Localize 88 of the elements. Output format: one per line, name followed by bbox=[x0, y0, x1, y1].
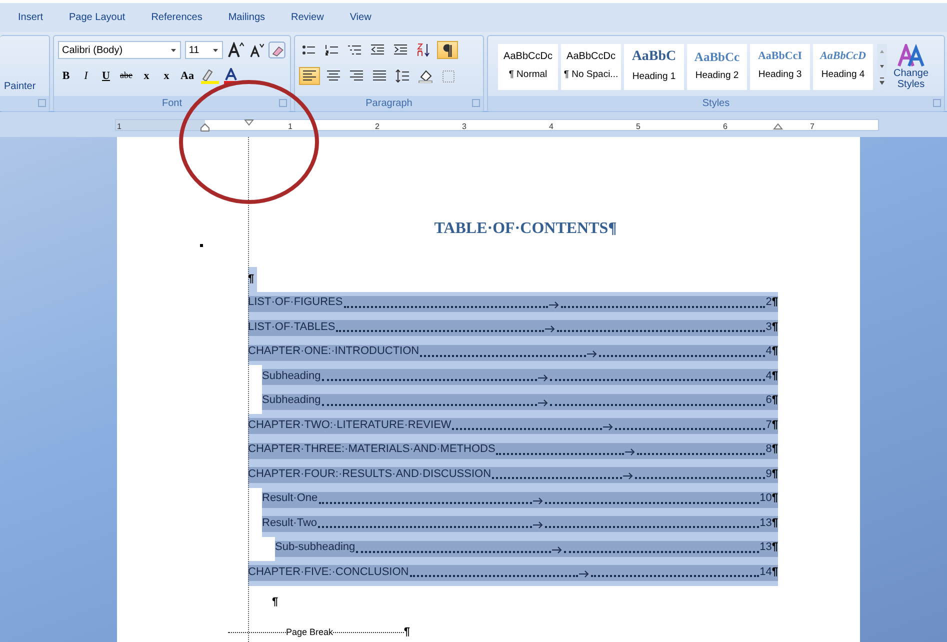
toc-entry[interactable]: CHAPTER·FIVE:·CONCLUSION 14¶ bbox=[248, 561, 778, 586]
ribbon-tab[interactable]: Insert bbox=[8, 10, 60, 25]
tab-arrow-icon bbox=[538, 398, 549, 407]
borders-icon bbox=[441, 69, 456, 83]
toc-entry[interactable]: LIST·OF·TABLES 3¶ bbox=[248, 316, 778, 340]
decrease-indent-icon bbox=[370, 43, 385, 57]
multilevel-list-icon bbox=[347, 43, 362, 57]
tab-arrow-icon bbox=[625, 448, 636, 456]
ribbon-tab[interactable]: Page Layout bbox=[59, 10, 142, 25]
paragraph-mark: ¶ bbox=[404, 625, 410, 640]
caret-icon[interactable] bbox=[170, 48, 177, 52]
paragraph-mark: ¶ bbox=[248, 272, 254, 287]
format-button[interactable]: I bbox=[78, 67, 94, 85]
ruler-number: 7 bbox=[810, 120, 814, 132]
group-title: Paragraph bbox=[366, 98, 412, 109]
shrink-font-icon[interactable] bbox=[248, 42, 264, 58]
tab-arrow-icon bbox=[544, 325, 556, 334]
numbering-icon bbox=[324, 43, 339, 57]
tab-arrow-icon bbox=[622, 472, 634, 480]
toolbar-button[interactable] bbox=[393, 67, 412, 85]
ribbon-tab[interactable]: Review bbox=[281, 10, 340, 25]
ruler-number: 4 bbox=[549, 120, 554, 132]
tab-arrow-icon bbox=[552, 546, 563, 554]
justify-icon bbox=[372, 69, 387, 83]
tab-arrow-icon bbox=[578, 570, 590, 578]
tab-arrow-icon bbox=[533, 496, 544, 505]
style-gallery-item[interactable]: AaBbCc Heading 2 bbox=[687, 44, 747, 90]
ruler-number: 1 bbox=[117, 120, 122, 132]
toc-entry[interactable]: Result·Two 13¶ bbox=[262, 512, 778, 536]
toolbar-button[interactable] bbox=[437, 41, 458, 59]
font-color-icon[interactable] bbox=[224, 68, 238, 84]
sort-icon bbox=[416, 43, 431, 57]
tab-arrow-icon bbox=[603, 423, 614, 432]
format-button[interactable]: U bbox=[98, 67, 114, 85]
eraser-icon[interactable] bbox=[268, 41, 286, 59]
toc-entry[interactable]: CHAPTER·ONE:·INTRODUCTION 4¶ bbox=[248, 340, 778, 365]
toc-entry[interactable]: CHAPTER·FOUR:·RESULTS·AND·DISCUSSION 9¶ bbox=[248, 463, 778, 488]
caret-icon[interactable] bbox=[212, 48, 219, 52]
format-button[interactable]: B bbox=[58, 67, 74, 85]
font-size-field[interactable]: 11 bbox=[184, 41, 223, 59]
font-name-field[interactable]: Calibri (Body) bbox=[58, 41, 181, 59]
ruler-number: 1 bbox=[288, 120, 292, 132]
group-title: Font bbox=[162, 98, 182, 109]
style-gallery-item[interactable]: AaBbCcI Heading 3 bbox=[750, 44, 810, 90]
style-gallery-item[interactable]: AaBbCcD Heading 4 bbox=[813, 44, 873, 90]
toc-entry[interactable]: Result·One 10¶ bbox=[262, 488, 778, 512]
tab-arrow-icon bbox=[538, 374, 549, 382]
toc-entry[interactable]: Subheading 6¶ bbox=[262, 390, 778, 414]
toc-entry[interactable]: LIST·OF·FIGURES 2¶ bbox=[248, 292, 778, 316]
tab-arrow-icon bbox=[586, 350, 598, 358]
format-button[interactable]: x bbox=[138, 67, 154, 85]
tab-arrow-icon bbox=[532, 521, 544, 530]
styles-letters-icon bbox=[897, 44, 925, 68]
align-right-icon bbox=[349, 69, 364, 83]
ruler-number: 6 bbox=[723, 120, 728, 132]
change-styles-button[interactable]: Change Styles bbox=[891, 44, 931, 96]
ruler-number: 5 bbox=[636, 120, 640, 132]
group-title: Styles bbox=[702, 98, 730, 109]
format-button[interactable]: Aa bbox=[178, 67, 196, 85]
highlight-icon[interactable] bbox=[200, 68, 220, 84]
ribbon-tab[interactable]: View bbox=[340, 10, 388, 25]
toc-entry[interactable]: Sub-subheading 13¶ bbox=[275, 536, 778, 561]
align-left-icon bbox=[302, 69, 317, 83]
grow-font-icon[interactable] bbox=[226, 42, 244, 58]
ribbon-tab[interactable]: References bbox=[141, 10, 218, 25]
format-button[interactable]: x bbox=[158, 67, 174, 85]
tab-arrow-icon bbox=[548, 300, 560, 309]
style-gallery-item[interactable]: AaBbC Heading 1 bbox=[624, 44, 684, 90]
bullet-mark bbox=[200, 244, 203, 247]
ribbon-tab[interactable]: Mailings bbox=[218, 10, 282, 25]
style-gallery-item[interactable]: AaBbCcDc ¶ No Spaci... bbox=[561, 44, 621, 90]
format-button[interactable]: abe bbox=[118, 67, 134, 85]
bullets-icon bbox=[301, 43, 316, 57]
style-gallery-item[interactable]: AaBbCcDc ¶ Normal bbox=[498, 44, 558, 90]
increase-indent-icon bbox=[393, 43, 408, 57]
page-break-line: Page Break bbox=[228, 626, 404, 639]
toc-entry[interactable]: Subheading 4¶ bbox=[262, 365, 778, 390]
toolbar-button[interactable] bbox=[299, 67, 320, 85]
line-spacing-icon bbox=[395, 69, 410, 83]
align-center-icon bbox=[326, 69, 341, 83]
paragraph-mark: ¶ bbox=[272, 596, 278, 608]
toc-entry[interactable]: CHAPTER·TWO:·LITERATURE·REVIEW 7¶ bbox=[248, 414, 778, 438]
ruler-number: 3 bbox=[462, 120, 466, 132]
toc-entry[interactable]: CHAPTER·THREE:·MATERIALS·AND·METHODS 8¶ bbox=[248, 438, 778, 463]
format-painter-button[interactable]: Painter bbox=[4, 79, 36, 94]
document-heading: TABLE·OF·CONTENTS¶ bbox=[433, 219, 618, 239]
ruler-number: 2 bbox=[375, 120, 380, 132]
shading-icon bbox=[418, 69, 433, 83]
